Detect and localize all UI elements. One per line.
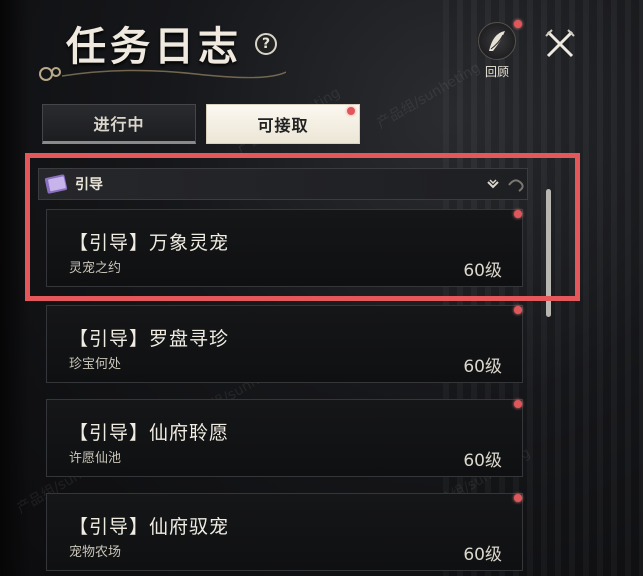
close-swords-icon xyxy=(545,29,575,58)
title-cloud-ornament-icon xyxy=(39,67,286,81)
quest-subtitle: 珍宝何处 xyxy=(69,357,122,372)
feather-fan-icon xyxy=(478,22,516,60)
tab-in-progress[interactable]: 进行中 xyxy=(42,104,196,144)
notification-dot xyxy=(514,494,522,502)
notification-dot xyxy=(514,306,522,314)
quest-level: 60级 xyxy=(463,545,502,565)
notification-dot xyxy=(514,20,522,28)
quest-title: 【引导】仙府驭宠 xyxy=(69,516,230,538)
close-button[interactable] xyxy=(540,24,580,64)
review-label: 回顾 xyxy=(484,65,509,79)
notification-dot xyxy=(347,107,355,115)
quest-item[interactable]: 【引导】仙府聆愿 许愿仙池 60级 xyxy=(46,399,523,477)
tab-available-label: 可接取 xyxy=(257,116,309,135)
review-button[interactable]: 回顾 xyxy=(474,20,522,82)
notification-dot xyxy=(514,400,522,408)
quest-level: 60级 xyxy=(463,451,502,471)
quest-item[interactable]: 【引导】罗盘寻珍 珍宝何处 60级 xyxy=(46,305,523,383)
quest-title: 【引导】罗盘寻珍 xyxy=(69,328,230,350)
quest-subtitle: 许愿仙池 xyxy=(69,451,122,466)
tab-available[interactable]: 可接取 xyxy=(206,104,360,144)
quest-item[interactable]: 【引导】仙府驭宠 宠物农场 60级 xyxy=(46,493,523,571)
quest-subtitle: 宠物农场 xyxy=(69,545,122,560)
highlight-annotation-box xyxy=(25,153,580,301)
help-icon[interactable]: ? xyxy=(255,33,277,55)
quest-level: 60级 xyxy=(463,357,502,377)
quest-title: 【引导】仙府聆愿 xyxy=(69,422,230,444)
